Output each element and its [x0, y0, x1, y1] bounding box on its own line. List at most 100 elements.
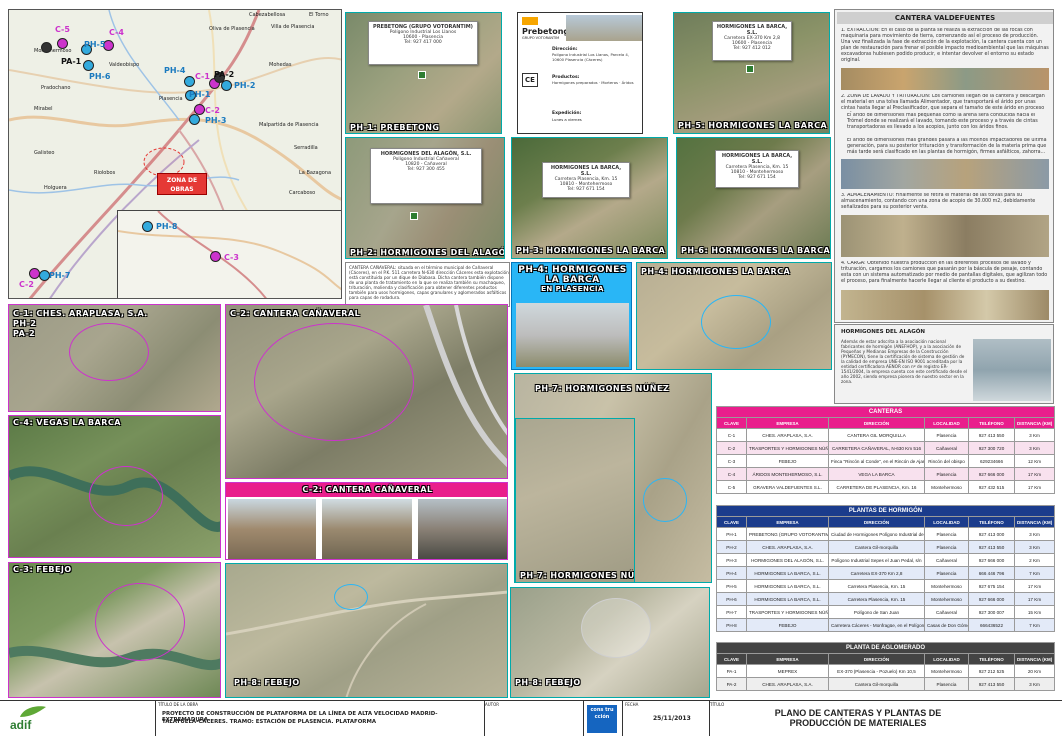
town-label: Mohedas: [269, 62, 292, 68]
c2-photo-2: [322, 499, 412, 559]
valdefuentes-p3: 3. ALMACENAMIENTO: Finalmente se retira …: [841, 193, 1036, 210]
town-label: Villa de Plasencia: [271, 24, 315, 30]
table-cell: 927 413 550: [968, 540, 1015, 554]
aerial-ph8-zoom[interactable]: PH-8: FEBEJO: [510, 587, 710, 698]
table-row: PH-5 HORMIGONES LA BARCA, S.L. Carretera P…: [716, 579, 1056, 593]
photo-strip: [841, 290, 1049, 320]
table-cell: Montehermoso: [924, 579, 969, 593]
table-cell: PA-1: [716, 664, 747, 678]
c2-photo-1: [228, 499, 316, 559]
town-label: Serradilla: [294, 145, 318, 151]
marker-label: C-1: [195, 72, 210, 81]
site-highlight: [89, 466, 163, 526]
brochure-header: Prebetong GRUPO VOTORANTIM: [518, 13, 642, 43]
site-highlight: [701, 295, 771, 349]
marker-ph3[interactable]: [189, 114, 200, 125]
aerial-c1[interactable]: C-1: CHES. ARAPLASA, S.A. PH-2 PA-2: [8, 304, 221, 412]
aerial-c4[interactable]: C-4: VEGAS LA BARCA: [8, 415, 221, 558]
marker-ph6[interactable]: [83, 60, 94, 71]
alagon-text: Además de estar adscrita a la asociación…: [841, 339, 968, 384]
marker-c5[interactable]: [57, 38, 68, 49]
table-cell: PH-4: [716, 566, 747, 580]
col-header: DISTANCIA (KM): [1014, 417, 1055, 429]
table-cell: HORMIGONES LA BARCA, S.L.: [746, 566, 829, 580]
highway-lines: [423, 305, 507, 468]
table-cell: 927 212 525: [968, 664, 1015, 678]
titulo-cell: TÍTULO DE LA OBRA PROYECTO DE CONSTRUCCI…: [155, 701, 485, 736]
table-cell: Finca "Rincón al Conde", en el Rincón de…: [828, 454, 925, 468]
aerial-ph2[interactable]: HORMIGONES DEL ALAGÓN, S.L. Polígono Ind…: [345, 137, 505, 259]
col-header: EMPRESA: [746, 653, 829, 665]
table-cell: MEPREX: [746, 664, 829, 678]
site-highlight: [69, 323, 149, 381]
table-cell: Cantera Gil-morquilla: [828, 677, 925, 691]
marker-label: PH-4: [164, 66, 186, 75]
marker-label: C-2: [205, 106, 220, 115]
table-cell: HORMIGONES LA BARCA, S.L.: [746, 579, 829, 593]
ph4-title-1: PH-4: HORMIGONES: [518, 265, 627, 275]
valdefuentes-title: CANTERA VALDEFUENTES: [837, 12, 1053, 24]
marker-label: PH-3: [205, 116, 227, 125]
aerial-ph6[interactable]: HORMIGONES LA BARCA, S.L. Carretera Plas…: [676, 137, 831, 259]
aerial-ph3[interactable]: HORMIGONES LA BARCA, S.L. Carretera Plas…: [511, 137, 668, 259]
popup-title: HORMIGONES LA BARCA, S.L.: [721, 153, 793, 165]
inset-marker-ph8[interactable]: [142, 221, 153, 232]
marker-pa1[interactable]: [41, 42, 52, 53]
inset-marker-c3[interactable]: [210, 251, 221, 262]
table-cell: TRASPORTES Y HORMIGONES NÚÑEZ: [746, 605, 829, 619]
table-cell: 3 Km: [1013, 540, 1056, 554]
popup-barca3: HORMIGONES LA BARCA, S.L. Carretera Plas…: [715, 150, 799, 188]
inset-map[interactable]: PH-8 C-3: [117, 210, 341, 298]
table-cell: 17 Km: [1013, 592, 1056, 606]
aerial-c3[interactable]: C-3: FEBEJO: [8, 562, 221, 698]
overview-map[interactable]: Cabezabellosa El Torno Villa de Plasenci…: [8, 9, 342, 299]
aerial-ph8[interactable]: PH-8: FEBEJO: [225, 563, 508, 698]
ce-mark-icon: CE: [522, 73, 538, 87]
town-label: Holguera: [44, 185, 67, 191]
marker-ph4[interactable]: [184, 76, 195, 87]
aerial-ph4[interactable]: PH-4: HORMIGONES LA BARCA: [636, 262, 832, 370]
table-row: C-2 TRASPORTES Y HORMIGONES NÚÑEZ CARRETER…: [716, 441, 1055, 455]
table-cell: 7 Km: [1013, 566, 1056, 580]
marker-label: PH-2: [234, 81, 256, 90]
col-header: TELÉFONO: [968, 516, 1015, 528]
col-header: TELÉFONO: [968, 653, 1015, 665]
aerial-c2[interactable]: C-2: CANTERA CAÑAVERAL: [225, 304, 508, 479]
aerial-ph5[interactable]: HORMIGONES LA BARCA, S.L. Carretera EX-3…: [673, 12, 830, 134]
table-cell: 927 666 000: [968, 592, 1015, 606]
photo-strip: [841, 159, 1049, 189]
aerial-ph1[interactable]: PREBETONG (GRUPO VOTORANTIM) Polígono In…: [345, 12, 502, 134]
town-label: Valdeobispo: [109, 62, 140, 68]
town-label: Cabezabellosa: [249, 12, 286, 18]
table-cell: C-3: [716, 454, 747, 468]
canaveral-paragraph: CANTERA CAÑAVERAL: situada en el término…: [349, 265, 509, 300]
marker-label: PH-8: [156, 222, 178, 231]
caption-c1-pa2: PA-2: [13, 329, 36, 338]
table-cell: Plasencia: [924, 467, 969, 481]
site-highlight: [581, 598, 651, 658]
table-row: PH-2 CHES. ARAPLASA, S.A. Cantera Gil-morq…: [716, 540, 1056, 554]
col-header: LOCALIDAD: [924, 653, 969, 665]
table-cell: Carretera Cáceres - Monfragüe, en el Pol…: [828, 618, 925, 632]
caption-ph8-main: PH-8: FEBEJO: [234, 678, 300, 687]
marker-label: PH-1: [189, 90, 211, 99]
canteras-title-row: CANTERAS: [716, 406, 1055, 418]
col-header: DIRECCIÓN: [828, 653, 925, 665]
table-cell: PA-2: [716, 677, 747, 691]
marker-label: PA-2: [214, 70, 235, 79]
ph4-plasencia-panel[interactable]: PH-4: HORMIGONES LA BARCA EN PLASENCIA: [511, 262, 632, 370]
alagon-photo: [973, 339, 1051, 401]
table-cell: Polígono Industrial Sepes el Juan Pedal,…: [828, 553, 925, 567]
col-header: DIRECCIÓN: [828, 516, 925, 528]
marker-label: C-4: [109, 28, 124, 37]
marker-ph2[interactable]: [221, 80, 232, 91]
adif-leaf-icon: [20, 706, 46, 717]
fecha-value: 25/11/2013: [653, 715, 691, 722]
table-cell: Plasencia: [924, 677, 969, 691]
table-cell: C-5: [716, 480, 747, 494]
aerial-ph7[interactable]: PH-7: HORMIGONES NÚÑEZ PH-7: HORMIGONES …: [514, 373, 712, 583]
table-cell: CHES. ARAPLASA, S.A.: [746, 428, 829, 442]
table-cell: TRASPORTES Y HORMIGONES NÚÑEZ: [746, 441, 829, 455]
autor-label: AUTOR: [485, 702, 500, 707]
valdefuentes-p2a: El árido de dimensiones más pequeñas com…: [847, 113, 1038, 130]
